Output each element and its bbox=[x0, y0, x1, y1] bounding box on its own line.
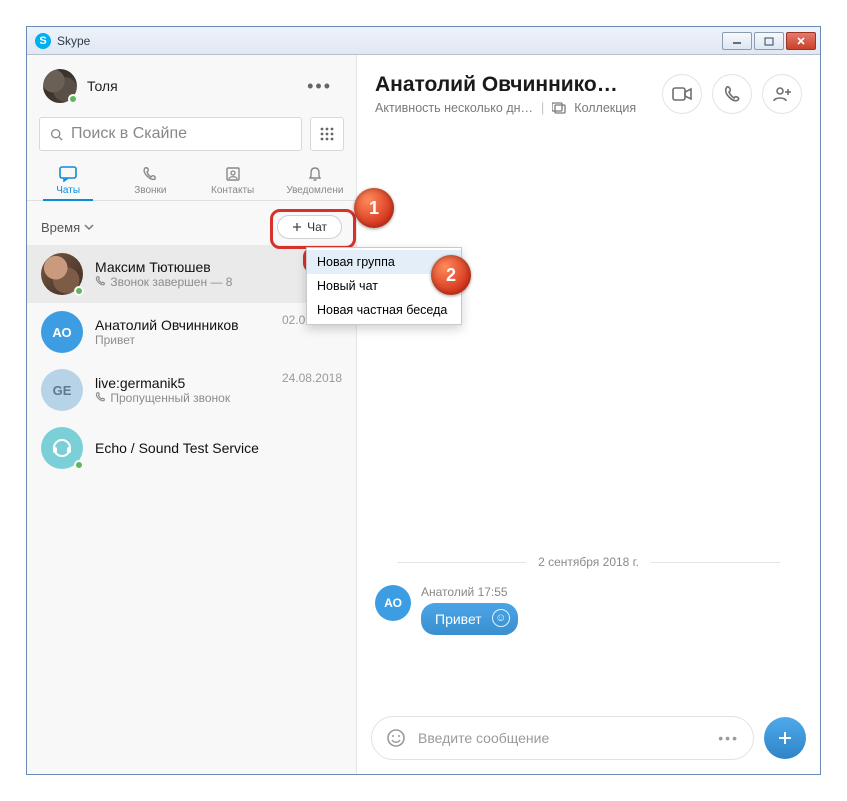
audio-call-button[interactable] bbox=[712, 74, 752, 114]
message-input[interactable]: Введите сообщение ••• bbox=[371, 716, 754, 760]
sort-label[interactable]: Время bbox=[41, 220, 80, 235]
search-icon bbox=[50, 128, 63, 141]
conversation-date: 24.08.2018 bbox=[282, 371, 342, 385]
send-button[interactable] bbox=[764, 717, 806, 759]
add-participant-button[interactable] bbox=[762, 74, 802, 114]
app-window: S Skype Толя ••• bbox=[26, 26, 821, 775]
titlebar: S Skype bbox=[27, 27, 820, 55]
chat-title: Анатолий Овчиннико… bbox=[375, 73, 652, 97]
gallery-link[interactable]: Коллекция bbox=[574, 101, 636, 115]
conversation-subtitle: Звонок завершен — 8 bbox=[95, 275, 307, 289]
chevron-down-icon bbox=[84, 223, 94, 231]
plus-icon bbox=[292, 222, 302, 232]
dialpad-button[interactable] bbox=[310, 117, 344, 151]
minimize-button[interactable] bbox=[722, 32, 752, 50]
window-title: Skype bbox=[57, 34, 722, 48]
message-meta: Анатолий 17:55 bbox=[421, 585, 518, 599]
search-input[interactable]: Поиск в Скайпе bbox=[39, 117, 302, 151]
conversation-name: Echo / Sound Test Service bbox=[95, 440, 342, 456]
tab-contacts[interactable]: Контакты bbox=[192, 159, 274, 200]
day-divider: 2 сентября 2018 г. bbox=[357, 555, 820, 569]
message-avatar: АО bbox=[375, 585, 411, 621]
composer-more-button[interactable]: ••• bbox=[718, 730, 739, 746]
my-name[interactable]: Толя bbox=[87, 78, 299, 94]
chat-icon bbox=[59, 166, 77, 182]
conversation-name: Максим Тютюшев bbox=[95, 259, 307, 275]
chat-header: Анатолий Овчиннико… Активность несколько… bbox=[357, 55, 820, 125]
dialpad-icon bbox=[319, 126, 335, 142]
close-icon bbox=[796, 36, 806, 46]
avatar bbox=[41, 253, 83, 295]
nav-tabs: Чаты Звонки Контакты Уведомлени bbox=[27, 159, 356, 201]
presence-icon bbox=[74, 460, 84, 470]
avatar: GE bbox=[41, 369, 83, 411]
gallery-icon bbox=[552, 102, 566, 114]
close-button[interactable] bbox=[786, 32, 816, 50]
phone-icon bbox=[723, 85, 741, 103]
conversation-subtitle: Привет bbox=[95, 333, 270, 347]
my-avatar[interactable] bbox=[43, 69, 77, 103]
annotation-bubble-2: 2 bbox=[431, 255, 471, 295]
window-controls bbox=[722, 32, 816, 50]
headset-icon bbox=[51, 437, 73, 459]
missed-call-icon bbox=[95, 391, 107, 403]
search-placeholder: Поиск в Скайпе bbox=[71, 125, 187, 143]
avatar: АО bbox=[41, 311, 83, 353]
tab-calls[interactable]: Звонки bbox=[109, 159, 191, 200]
me-section: Толя ••• bbox=[27, 55, 356, 111]
add-reaction-button[interactable]: ☺ bbox=[492, 609, 510, 627]
avatar bbox=[41, 427, 83, 469]
chat-activity: Активность несколько дн… bbox=[375, 101, 533, 115]
annotation-bubble-1: 1 bbox=[354, 188, 394, 228]
plus-icon bbox=[777, 730, 793, 746]
sidebar: Толя ••• Поиск в Скайпе Чаты bbox=[27, 55, 357, 774]
more-button[interactable]: ••• bbox=[299, 72, 340, 101]
conversation-name: Анатолий Овчинников bbox=[95, 317, 270, 333]
tab-notifications[interactable]: Уведомлени bbox=[274, 159, 356, 200]
conversation-item[interactable]: GE live:germanik5 Пропущенный звонок 24.… bbox=[27, 361, 356, 419]
list-header: Время Чат bbox=[27, 201, 356, 245]
phone-icon bbox=[95, 275, 107, 287]
add-user-icon bbox=[772, 86, 792, 102]
maximize-icon bbox=[764, 36, 774, 46]
skype-logo-icon: S bbox=[35, 33, 51, 49]
phone-icon bbox=[142, 166, 158, 182]
menu-new-private[interactable]: Новая частная беседа bbox=[307, 298, 461, 322]
presence-icon bbox=[74, 286, 84, 296]
maximize-button[interactable] bbox=[754, 32, 784, 50]
conversation-name: live:germanik5 bbox=[95, 375, 270, 391]
video-icon bbox=[672, 87, 692, 101]
video-call-button[interactable] bbox=[662, 74, 702, 114]
chat-body: 2 сентября 2018 г. АО Анатолий 17:55 При… bbox=[357, 125, 820, 708]
message-bubble[interactable]: Привет ☺ bbox=[421, 603, 518, 635]
contacts-icon bbox=[225, 166, 241, 182]
new-chat-button[interactable]: Чат bbox=[277, 215, 342, 239]
conversation-subtitle: Пропущенный звонок bbox=[95, 391, 270, 405]
minimize-icon bbox=[732, 37, 742, 45]
tab-chats[interactable]: Чаты bbox=[27, 159, 109, 200]
bell-icon bbox=[307, 166, 323, 182]
chat-panel: Анатолий Овчиннико… Активность несколько… bbox=[357, 55, 820, 774]
message-row: АО Анатолий 17:55 Привет ☺ bbox=[375, 585, 518, 635]
presence-icon bbox=[68, 94, 78, 104]
conversation-item[interactable]: Echo / Sound Test Service bbox=[27, 419, 356, 477]
composer-placeholder: Введите сообщение bbox=[418, 730, 706, 746]
emoji-icon[interactable] bbox=[386, 728, 406, 748]
composer: Введите сообщение ••• bbox=[371, 716, 806, 760]
